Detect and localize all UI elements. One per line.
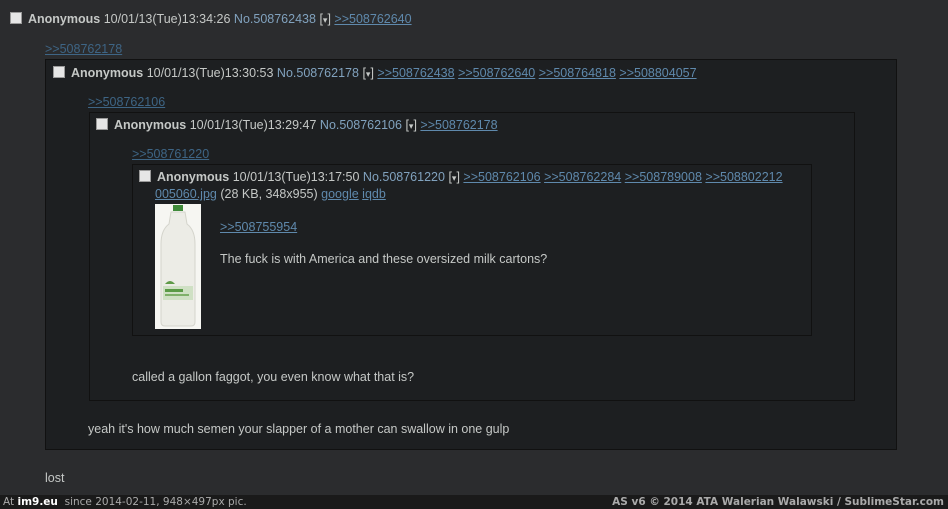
backlink[interactable]: >>508761220 — [132, 147, 209, 161]
chevron-down-icon: ▾ — [408, 121, 414, 131]
post-number[interactable]: No.508762438 — [234, 12, 316, 26]
inline-post: Anonymous 10/01/13(Tue)13:30:53 No.50876… — [45, 59, 897, 450]
reply-link[interactable]: >>508804057 — [619, 66, 696, 80]
file-info: 005060.jpg (28 KB, 348x955) google iqdb — [155, 186, 386, 202]
milk-jug-thumbnail[interactable] — [155, 204, 201, 329]
post-comment: lost — [45, 471, 65, 485]
post-comment: called a gallon faggot, you even know wh… — [132, 370, 415, 384]
poster-name: Anonymous — [28, 12, 101, 26]
footer-site[interactable]: im9.eu — [17, 496, 57, 508]
reply-link[interactable]: >>508762640 — [334, 12, 411, 26]
post-header: Anonymous 10/01/13(Tue)13:34:26 No.50876… — [10, 11, 412, 28]
post-comment: The fuck is with America and these overs… — [220, 252, 548, 266]
iqdb-search-link[interactable]: iqdb — [362, 187, 386, 201]
reply-link[interactable]: >>508789008 — [625, 170, 702, 184]
inline-post: Anonymous 10/01/13(Tue)13:17:50 No.50876… — [132, 164, 812, 336]
post-checkbox[interactable] — [139, 170, 151, 182]
poster-name: Anonymous — [71, 66, 144, 80]
backlink[interactable]: >>508762178 — [45, 42, 122, 56]
milk-jug-image — [155, 204, 201, 329]
reply-link[interactable]: >>508762438 — [377, 66, 454, 80]
post-date: 10/01/13(Tue)13:34:26 — [103, 12, 231, 26]
file-meta: (28 KB, 348x955) — [220, 187, 318, 201]
chevron-down-icon: ▾ — [451, 173, 457, 183]
reply-link[interactable]: >>508762178 — [420, 118, 497, 132]
chevron-down-icon: ▾ — [322, 15, 328, 25]
post-header: Anonymous 10/01/13(Tue)13:17:50 No.50876… — [139, 169, 783, 186]
chevron-down-icon: ▾ — [365, 69, 371, 79]
reply-link[interactable]: >>508762284 — [544, 170, 621, 184]
poster-name: Anonymous — [157, 170, 230, 184]
post-comment: yeah it's how much semen your slapper of… — [88, 422, 510, 436]
post-number[interactable]: No.508762106 — [320, 118, 402, 132]
post-date: 10/01/13(Tue)13:17:50 — [232, 170, 360, 184]
poster-name: Anonymous — [114, 118, 187, 132]
post-menu-button[interactable]: [▾] — [448, 170, 460, 184]
post-date: 10/01/13(Tue)13:29:47 — [189, 118, 317, 132]
post-number[interactable]: No.508761220 — [363, 170, 445, 184]
file-link[interactable]: 005060.jpg — [155, 187, 217, 201]
inline-post: Anonymous 10/01/13(Tue)13:29:47 No.50876… — [89, 112, 855, 401]
post-date: 10/01/13(Tue)13:30:53 — [146, 66, 274, 80]
post-checkbox[interactable] — [10, 12, 22, 24]
post-header: Anonymous 10/01/13(Tue)13:30:53 No.50876… — [53, 65, 697, 82]
quote-link[interactable]: >>508755954 — [220, 220, 297, 234]
footer-right: AS v6 © 2014 ATA Walerian Walawski / Sub… — [612, 496, 944, 508]
post-menu-button[interactable]: [▾] — [362, 66, 374, 80]
reply-link[interactable]: >>508762106 — [463, 170, 540, 184]
backlink[interactable]: >>508762106 — [88, 95, 165, 109]
reply-link[interactable]: >>508802212 — [705, 170, 782, 184]
post-number[interactable]: No.508762178 — [277, 66, 359, 80]
post-header: Anonymous 10/01/13(Tue)13:29:47 No.50876… — [96, 117, 498, 134]
reply-link[interactable]: >>508762640 — [458, 66, 535, 80]
footer-info: since 2014-02-11, 948×497px pic. — [64, 496, 247, 508]
google-search-link[interactable]: google — [321, 187, 359, 201]
image-host-footer: At im9.eu since 2014-02-11, 948×497px pi… — [0, 495, 948, 509]
post-checkbox[interactable] — [53, 66, 65, 78]
post-menu-button[interactable]: [▾] — [319, 12, 331, 26]
post-checkbox[interactable] — [96, 118, 108, 130]
footer-prefix: At — [3, 496, 15, 508]
footer-left: At im9.eu since 2014-02-11, 948×497px pi… — [3, 495, 247, 509]
post-menu-button[interactable]: [▾] — [405, 118, 417, 132]
reply-link[interactable]: >>508764818 — [539, 66, 616, 80]
